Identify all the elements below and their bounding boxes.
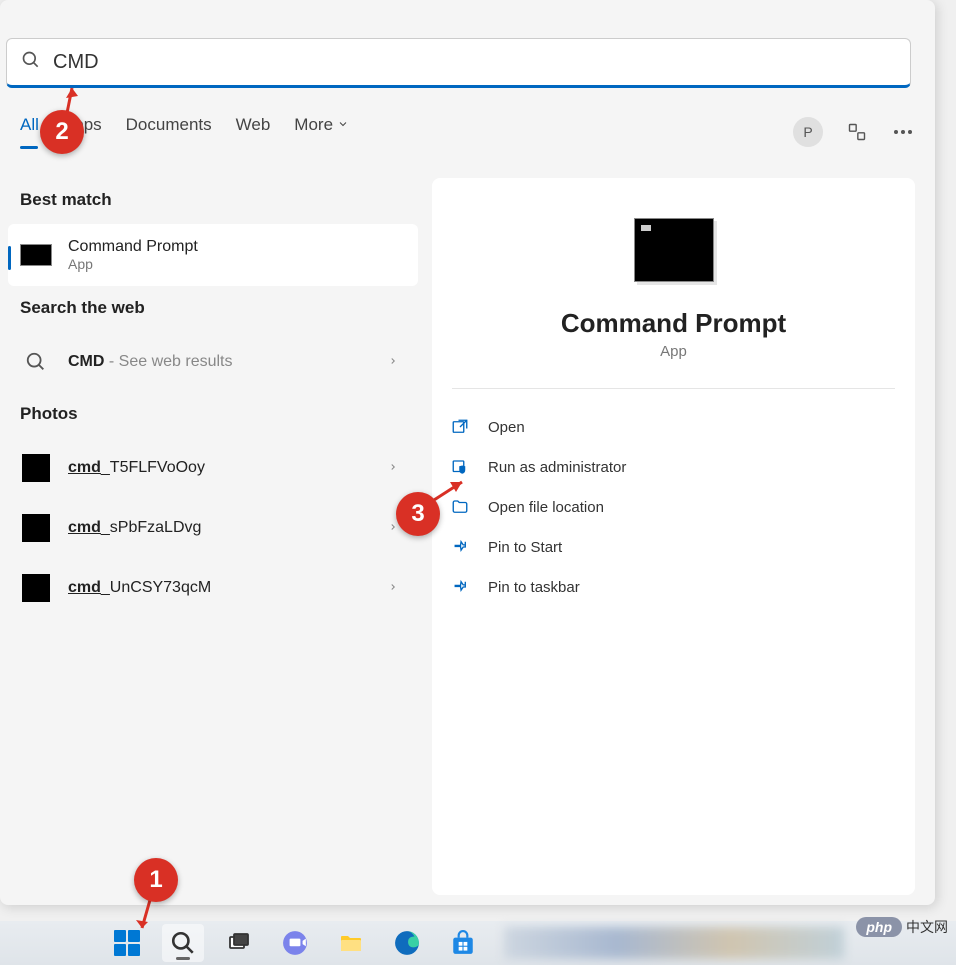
chevron-right-icon	[388, 354, 406, 371]
best-match-result[interactable]: Command Prompt App	[8, 224, 418, 286]
command-prompt-icon	[20, 239, 52, 271]
action-label: Pin to Start	[488, 539, 562, 556]
web-result-suffix: - See web results	[104, 353, 232, 370]
divider	[452, 388, 895, 389]
photo-suffix: _sPbFzaLDvg	[101, 519, 202, 536]
detail-title: Command Prompt	[432, 308, 915, 339]
results-pane: Best match Command Prompt App Search the…	[8, 178, 418, 895]
tab-all[interactable]: All	[20, 115, 39, 149]
web-search-result[interactable]: CMD - See web results	[8, 332, 418, 392]
action-label: Open	[488, 419, 525, 436]
tab-more-label: More	[294, 115, 333, 135]
photo-thumbnail	[20, 452, 52, 484]
run-as-admin-action[interactable]: Run as administrator	[446, 447, 901, 487]
taskbar-task-view[interactable]	[218, 924, 260, 962]
taskbar-file-explorer[interactable]	[330, 924, 372, 962]
watermark-pill: php	[856, 917, 902, 937]
open-icon	[450, 417, 470, 437]
detail-pane: Command Prompt App Open Run as administr…	[432, 178, 915, 895]
snap-layouts-icon[interactable]	[845, 120, 869, 144]
action-label: Open file location	[488, 499, 604, 516]
photo-result[interactable]: cmd_T5FLFVoOoy	[8, 438, 418, 498]
annotation-step-1: 1	[134, 858, 178, 902]
annotation-arrow-3	[430, 474, 472, 504]
photos-header: Photos	[8, 392, 418, 438]
pin-icon	[450, 537, 470, 557]
pin-to-start-action[interactable]: Pin to Start	[446, 527, 901, 567]
taskbar-store[interactable]	[442, 924, 484, 962]
open-file-location-action[interactable]: Open file location	[446, 487, 901, 527]
web-result-bold: CMD	[68, 353, 104, 370]
tab-web[interactable]: Web	[236, 115, 271, 149]
taskbar-edge[interactable]	[386, 924, 428, 962]
detail-subtitle: App	[432, 343, 915, 360]
photo-thumbnail	[20, 512, 52, 544]
more-icon[interactable]	[891, 120, 915, 144]
search-icon	[20, 346, 52, 378]
search-input[interactable]	[53, 51, 896, 74]
pin-to-taskbar-action[interactable]: Pin to taskbar	[446, 567, 901, 607]
chevron-down-icon	[337, 115, 349, 135]
avatar[interactable]: P	[793, 117, 823, 147]
search-icon	[21, 50, 41, 75]
photo-thumbnail	[20, 572, 52, 604]
tab-documents[interactable]: Documents	[126, 115, 212, 149]
taskbar-chat[interactable]	[274, 924, 316, 962]
windows-search-panel: All Apps Documents Web More P Best match	[0, 0, 935, 905]
result-title: Command Prompt	[68, 238, 406, 256]
pin-icon	[450, 577, 470, 597]
photo-bold: cmd	[68, 579, 101, 596]
photo-bold: cmd	[68, 459, 101, 476]
photo-bold: cmd	[68, 519, 101, 536]
annotation-arrow-1	[130, 898, 170, 938]
chevron-right-icon	[388, 580, 406, 597]
best-match-header: Best match	[8, 178, 418, 224]
tab-more[interactable]: More	[294, 115, 349, 149]
result-subtitle: App	[68, 256, 406, 272]
photo-suffix: _T5FLFVoOoy	[101, 459, 205, 476]
search-web-header: Search the web	[8, 286, 418, 332]
watermark: php 中文网	[856, 917, 948, 937]
chevron-right-icon	[388, 460, 406, 477]
filter-tabs: All Apps Documents Web More P	[20, 115, 915, 149]
action-label: Pin to taskbar	[488, 579, 580, 596]
action-label: Run as administrator	[488, 459, 626, 476]
annotation-step-3: 3	[396, 492, 440, 536]
photo-result[interactable]: cmd_UnCSY73qcM	[8, 558, 418, 618]
photo-suffix: _UnCSY73qcM	[101, 579, 211, 596]
taskbar-blurred-region	[504, 927, 844, 959]
open-action[interactable]: Open	[446, 407, 901, 447]
watermark-text: 中文网	[906, 917, 948, 937]
photo-result[interactable]: cmd_sPbFzaLDvg	[8, 498, 418, 558]
search-box[interactable]	[6, 38, 911, 88]
annotation-step-2: 2	[40, 110, 84, 154]
command-prompt-large-icon	[634, 218, 714, 282]
